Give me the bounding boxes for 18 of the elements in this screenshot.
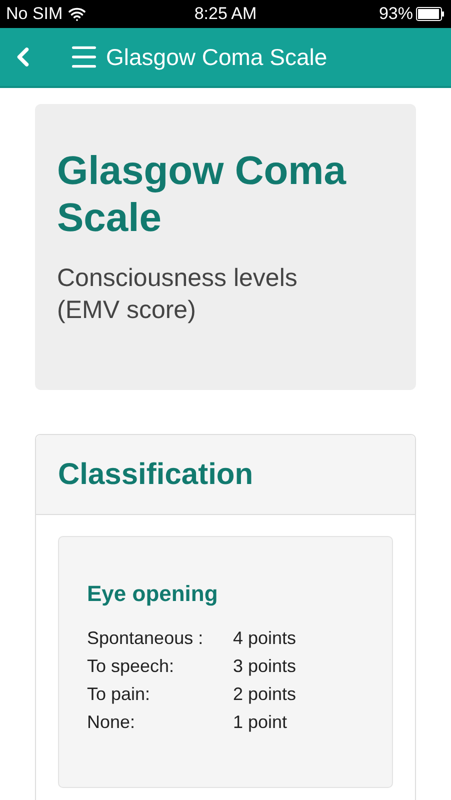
- criterion-label: To pain:: [87, 683, 152, 706]
- nav-title: Glasgow Coma Scale: [106, 42, 328, 72]
- criterion-label: To speech:: [87, 655, 176, 678]
- hero-subtitle: Consciousness levels (EMV score): [57, 263, 298, 326]
- wifi-icon: [68, 5, 86, 23]
- battery-icon: [416, 7, 445, 21]
- points-value: 3 points: [233, 655, 296, 678]
- points-value: 2 points: [233, 683, 296, 706]
- panel-title: Classification: [58, 457, 254, 493]
- carrier-label: No SIM: [6, 3, 63, 26]
- battery-percent: 93%: [378, 3, 413, 26]
- section-title: Eye opening: [87, 580, 219, 608]
- hero-title: Glasgow Coma Scale: [57, 148, 348, 242]
- points-value: 1 point: [233, 711, 288, 734]
- clock-label: 8:25 AM: [194, 3, 257, 26]
- criterion-label: Spontaneous :: [87, 627, 204, 650]
- criterion-label: None:: [87, 711, 136, 734]
- points-value: 4 points: [233, 627, 296, 650]
